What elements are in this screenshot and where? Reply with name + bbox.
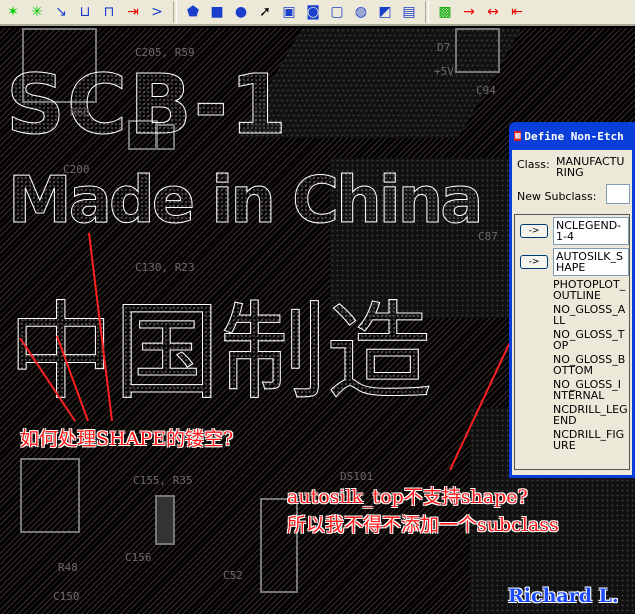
void-circle-icon[interactable]: ◙ [302,1,324,23]
move-button[interactable]: -> [520,255,548,269]
subclass-item[interactable]: NCDRILL_LEGEND [553,404,629,426]
dialog-title: Define Non-Etch [524,129,624,143]
dialog-body: Class: MANUFACTURING New Subclass: -> NC… [512,150,632,475]
annotation-right-line2: 所以我不得不添加一个subclass [287,514,559,536]
shape-rectangle-icon[interactable]: ■ [206,1,228,23]
subclass-list: -> NCLEGEND-1-4 -> AUTOSILK_SHAPE PHOTOP… [514,214,630,470]
subclass-item[interactable]: NO_GLOSS_BOTTOM [553,354,629,376]
subclass-row: NO_GLOSS_INTERNAL [515,379,629,401]
subclass-item[interactable]: NO_GLOSS_TOP [553,329,629,351]
subclass-item[interactable]: NO_GLOSS_INTERNAL [553,379,629,401]
dimension-linear-icon[interactable]: ↔ [482,1,504,23]
class-label: Class: [517,158,550,171]
fanout-icon[interactable]: ✳ [26,1,48,23]
spread-icon[interactable]: ⊓ [98,1,120,23]
annotation-arrow [56,335,89,422]
dimension-icon[interactable]: → [458,1,480,23]
void-circle2-icon[interactable]: ◍ [350,1,372,23]
subclass-field[interactable]: AUTOSILK_SHAPE [553,248,629,276]
shape-void-icon[interactable]: ▣ [278,1,300,23]
datum-icon[interactable]: ⇤ [506,1,528,23]
toolbar: ✶ ✳ ↘ ⊔ ⊓ ⇥ > ⬟ ■ ● ➚ ▣ ◙ ▢ ◍ ◩ ▤ ▩ → ↔ … [0,0,635,26]
annotation-left: 如何处理SHAPE的镂空? [20,428,234,450]
subclass-item[interactable]: NCDRILL_FIGURE [553,429,629,451]
subclass-row: NO_GLOSS_TOP [515,329,629,351]
route-icon[interactable]: ✶ [2,1,24,23]
new-subclass-label: New Subclass: [517,190,597,203]
void-rectangle-icon[interactable]: ▢ [326,1,348,23]
drc-icon[interactable]: ▩ [434,1,456,23]
app-icon: ▦ [514,131,522,141]
select-pointer-icon[interactable]: ➚ [254,1,276,23]
subclass-row: NCDRILL_FIGURE [515,429,629,451]
subclass-row: -> AUTOSILK_SHAPE [515,248,629,276]
subclass-row: -> NCLEGEND-1-4 [515,217,629,245]
subclass-field[interactable]: NCLEGEND-1-4 [553,217,629,245]
subclass-row: NCDRILL_LEGEND [515,404,629,426]
slide-icon[interactable]: ↘ [50,1,72,23]
subclass-row: NO_GLOSS_ALL [515,304,629,326]
shape-edit-icon[interactable]: ◩ [374,1,396,23]
annotation-arrow [88,232,113,422]
toolbar-separator [425,1,429,23]
new-subclass-input[interactable] [606,184,630,204]
dialog-title-bar[interactable]: ▦ Define Non-Etch [512,122,632,150]
annotation-right-line1: autosilk_top不支持shape? [287,486,528,508]
add-connect-icon[interactable]: > [146,1,168,23]
shape-circle-icon[interactable]: ● [230,1,252,23]
subclass-item[interactable]: PHOTOPLOT_OUTLINE [553,279,629,301]
subclass-row: NO_GLOSS_BOTTOM [515,354,629,376]
subclass-row: PHOTOPLOT_OUTLINE [515,279,629,301]
toolbar-separator [173,1,177,23]
delay-tune-icon[interactable]: ⊔ [74,1,96,23]
shape-polygon-icon[interactable]: ⬟ [182,1,204,23]
move-button[interactable]: -> [520,224,548,238]
author-signature: Richard L. [508,585,619,607]
class-value: MANUFACTURING [556,155,625,179]
subclass-item[interactable]: NO_GLOSS_ALL [553,304,629,326]
define-non-etch-dialog: ▦ Define Non-Etch Class: MANUFACTURING N… [509,122,635,478]
merge-shapes-icon[interactable]: ▤ [398,1,420,23]
custom-smooth-icon[interactable]: ⇥ [122,1,144,23]
annotation-arrow [19,337,76,422]
